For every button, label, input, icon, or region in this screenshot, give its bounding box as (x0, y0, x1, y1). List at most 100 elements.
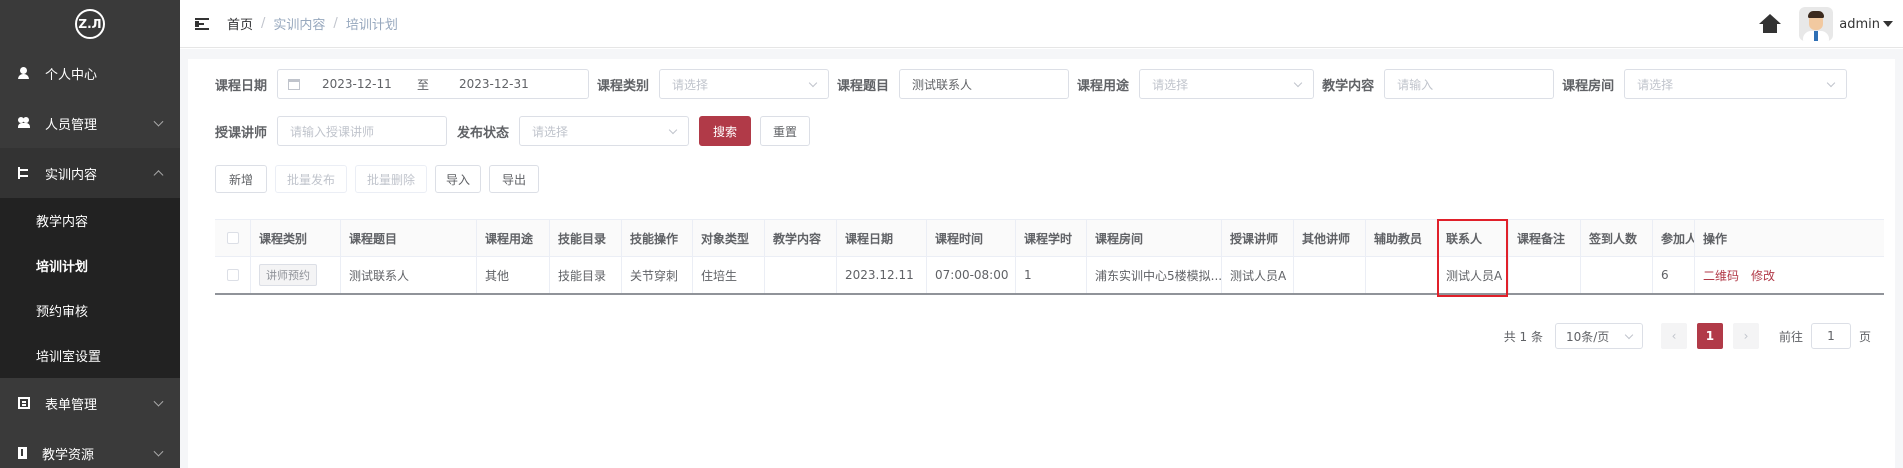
sidebar-item-staff-management[interactable]: 人员管理 (0, 98, 180, 148)
th-course-hours: 课程学时 (1016, 220, 1087, 256)
select-all-cell (215, 220, 251, 256)
export-button[interactable]: 导出 (489, 165, 539, 193)
page-suffix: 页 (1858, 329, 1871, 344)
status-placeholder: 请选择 (532, 124, 569, 139)
th-assistant: 辅助教员 (1366, 220, 1438, 256)
page-size-value: 10条/页 (1565, 329, 1610, 344)
status-label: 发布状态 (457, 125, 510, 141)
book-icon (18, 447, 27, 459)
th-course-time: 课程时间 (927, 220, 1016, 256)
tree-icon (18, 167, 30, 179)
collapse-menu-icon[interactable] (195, 17, 209, 30)
content-panel: 课程日期 2023-12-11 至 2023-12-31 课程类别 请选择 课程… (188, 59, 1895, 468)
sidebar-item-personal-center[interactable]: 个人中心 (0, 48, 180, 98)
content-input[interactable]: 请输入 (1384, 69, 1555, 99)
user-icon (18, 67, 30, 79)
calendar-icon (288, 78, 301, 90)
use-label: 课程用途 (1077, 78, 1130, 94)
logo[interactable]: Z.Л (0, 0, 180, 48)
td-course-type: 讲师预约 (251, 257, 341, 293)
td-course-use: 其他 (477, 257, 550, 293)
th-other-lecturer: 其他讲师 (1294, 220, 1366, 256)
th-actions: 操作 (1703, 231, 1728, 246)
th-skill-catalog: 技能目录 (550, 220, 622, 256)
edit-link[interactable]: 修改 (1751, 267, 1775, 284)
filter-row-1: 课程日期 2023-12-11 至 2023-12-31 课程类别 请选择 课程… (215, 69, 1848, 99)
th-teaching-content: 教学内容 (765, 220, 837, 256)
th-course-room: 课程房间 (1087, 220, 1222, 256)
submenu-training-content: 教学内容 培训计划 预约审核 培训室设置 (0, 198, 180, 378)
th-course-use: 课程用途 (477, 220, 550, 256)
add-button[interactable]: 新增 (215, 165, 267, 193)
th-course-date: 课程日期 (837, 220, 927, 256)
sidebar-item-training-content[interactable]: 实训内容 (0, 148, 180, 198)
date-start[interactable]: 2023-12-11 (322, 77, 417, 91)
sidebar: Z.Л 个人中心 人员管理 实训内容 教学内容 培训计划 预约审核 培训室设置 … (0, 0, 180, 468)
prev-page-button[interactable]: ‹ (1660, 323, 1687, 349)
course-type-tag: 讲师预约 (259, 264, 317, 286)
status-select[interactable]: 请选择 (519, 116, 690, 146)
sidebar-sub-training-plan[interactable]: 培训计划 (0, 243, 180, 288)
goto-page-input[interactable]: 1 (1810, 323, 1851, 349)
pagination-total: 共 1 条 (1503, 329, 1543, 344)
td-target-type: 住培生 (693, 257, 765, 293)
room-placeholder: 请选择 (1637, 77, 1674, 92)
pagination: 共 1 条 10条/页 ‹ 1 › 前往 1 页 (1504, 323, 1871, 349)
search-button[interactable]: 搜索 (699, 116, 752, 146)
use-select[interactable]: 请选择 (1139, 69, 1315, 99)
reset-button[interactable]: 重置 (760, 116, 811, 146)
td-course-room: 浦东实训中心5楼模拟... (1087, 257, 1222, 293)
chevron-down-icon (153, 116, 164, 127)
breadcrumb-separator: / (333, 16, 338, 31)
th-lecturer: 授课讲师 (1222, 220, 1294, 256)
chevron-down-icon (153, 446, 164, 457)
page-size-select[interactable]: 10条/页 (1554, 323, 1643, 349)
td-course-time: 07:00-08:00 (927, 257, 1016, 293)
logo-icon: Z.Л (75, 9, 105, 39)
row-select-cell (215, 257, 251, 293)
type-placeholder: 请选择 (672, 77, 709, 92)
next-page-button[interactable]: › (1732, 323, 1759, 349)
date-to-label: 至 (417, 77, 430, 92)
topic-input[interactable]: 测试联系人 (899, 69, 1070, 99)
batch-publish-button[interactable]: 批量发布 (275, 165, 347, 193)
toolbar: 新增 批量发布 批量删除 导入 导出 (215, 165, 539, 193)
teacher-input[interactable]: 请输入授课讲师 (277, 116, 448, 146)
sidebar-item-form-management[interactable]: 表单管理 (0, 378, 180, 428)
breadcrumb: 首页 / 实训内容 / 培训计划 (227, 14, 398, 33)
select-all-checkbox[interactable] (226, 232, 239, 244)
home-icon[interactable] (1759, 14, 1782, 34)
teacher-placeholder: 请输入授课讲师 (290, 124, 375, 139)
td-participants: 6 (1653, 257, 1695, 293)
sidebar-item-label: 实训内容 (45, 167, 98, 183)
chevron-down-icon (1624, 330, 1634, 340)
th-course-type: 课程类别 (251, 220, 341, 256)
import-button[interactable]: 导入 (435, 165, 481, 193)
row-checkbox[interactable] (226, 269, 239, 281)
username[interactable]: admin (1839, 17, 1880, 32)
page-number-current[interactable]: 1 (1696, 323, 1723, 349)
qrcode-link[interactable]: 二维码 (1703, 267, 1739, 284)
date-label: 课程日期 (215, 78, 268, 94)
table-row: 讲师预约 测试联系人 其他 技能目录 关节穿刺 住培生 2023.12.11 0… (215, 257, 1884, 295)
sidebar-sub-teaching-content[interactable]: 教学内容 (0, 198, 180, 243)
content-placeholder: 请输入 (1397, 77, 1434, 92)
th-course-topic: 课程题目 (341, 220, 477, 256)
avatar[interactable] (1799, 7, 1834, 41)
goto-label: 前往 (1778, 329, 1803, 344)
caret-down-icon[interactable] (1883, 21, 1893, 27)
sidebar-sub-room-settings[interactable]: 培训室设置 (0, 333, 180, 378)
use-placeholder: 请选择 (1152, 77, 1189, 92)
batch-delete-button[interactable]: 批量删除 (355, 165, 427, 193)
teacher-label: 授课讲师 (215, 125, 268, 141)
room-select[interactable]: 请选择 (1624, 69, 1848, 99)
sidebar-item-label: 表单管理 (45, 397, 98, 413)
breadcrumb-level1: 实训内容 (273, 18, 326, 33)
sidebar-item-teaching-resources[interactable]: 教学资源 (0, 428, 180, 468)
sidebar-sub-booking-review[interactable]: 预约审核 (0, 288, 180, 333)
date-range-picker[interactable]: 2023-12-11 至 2023-12-31 (277, 69, 590, 99)
breadcrumb-home[interactable]: 首页 (227, 14, 253, 33)
form-icon (18, 397, 30, 409)
date-end[interactable]: 2023-12-31 (459, 77, 529, 91)
type-select[interactable]: 请选择 (659, 69, 830, 99)
